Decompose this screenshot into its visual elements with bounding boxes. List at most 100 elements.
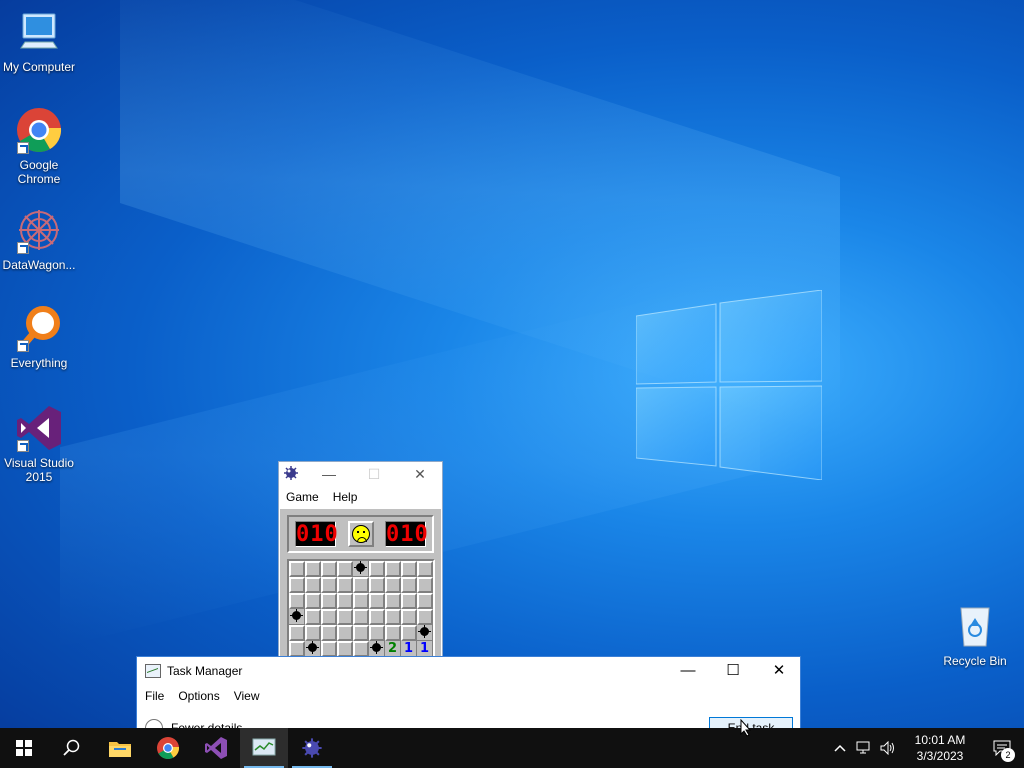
taskbar-task-manager[interactable] [240,728,288,768]
mine-cell-hidden[interactable] [337,593,353,609]
desktop-icon-visual-studio[interactable]: Visual Studio 2015 [0,404,78,484]
minesweeper-window[interactable]: — ☐ ✕ Game Help 010 010 211 [278,461,443,657]
mine-cell-hidden[interactable] [337,625,353,641]
mouse-cursor-icon [740,719,752,737]
menu-help[interactable]: Help [333,490,358,504]
mine-cell-hidden[interactable] [289,577,305,593]
mine-counter: 010 [295,521,339,547]
desktop-icon-datawagon[interactable]: DataWagon... [0,206,78,272]
mine-cell-hidden[interactable] [401,561,417,577]
volume-icon[interactable] [876,728,900,768]
start-button[interactable] [0,728,48,768]
mine-cell-hidden[interactable] [385,625,401,641]
taskbar-visual-studio[interactable] [192,728,240,768]
mine-cell-hidden[interactable] [305,577,321,593]
mine-cell-hidden[interactable] [353,577,369,593]
mine-cell-number[interactable]: 2 [385,641,401,656]
menu-file[interactable]: File [145,689,164,703]
mine-cell-number[interactable]: 1 [417,641,433,656]
task-manager-titlebar[interactable]: Task Manager — ☐ ✕ [137,657,800,685]
mine-cell-hidden[interactable] [353,609,369,625]
minesweeper-titlebar[interactable]: — ☐ ✕ [279,462,442,486]
mine-cell-hidden[interactable] [289,625,305,641]
mine-cell-hidden[interactable] [369,577,385,593]
mine-cell-hidden[interactable] [305,561,321,577]
mine-cell-mine[interactable] [417,625,433,641]
taskbar-minesweeper[interactable] [288,728,336,768]
visual-studio-icon [205,737,227,759]
mine-cell-hidden[interactable] [321,609,337,625]
mine-cell-hidden[interactable] [417,593,433,609]
mine-cell-hidden[interactable] [321,561,337,577]
mine-cell-hidden[interactable] [305,609,321,625]
mine-cell-hidden[interactable] [337,561,353,577]
mine-cell-hidden[interactable] [305,593,321,609]
mine-cell-hidden[interactable] [385,593,401,609]
mine-cell-hidden[interactable] [289,641,305,656]
action-center-button[interactable]: 2 [980,728,1024,768]
mine-cell-hidden[interactable] [417,577,433,593]
mine-cell-mine[interactable] [369,641,385,656]
close-button[interactable]: ✕ [756,657,800,685]
desktop-icon-recycle-bin[interactable]: Recycle Bin [936,602,1014,668]
desktop-icon-label: Google Chrome [17,158,61,186]
mine-cell-hidden[interactable] [417,561,433,577]
mine-cell-hidden[interactable] [321,641,337,656]
menu-game[interactable]: Game [286,490,319,504]
taskbar-file-explorer[interactable] [96,728,144,768]
mine-cell-mine[interactable] [305,641,321,656]
search-button[interactable] [48,728,96,768]
mine-app-icon [302,738,322,758]
mine-cell-hidden[interactable] [337,609,353,625]
mine-cell-hidden[interactable] [321,625,337,641]
minimize-button[interactable]: — [306,462,352,486]
mine-cell-hidden[interactable] [401,593,417,609]
mine-cell-hidden[interactable] [369,625,385,641]
taskbar-clock[interactable]: 10:01 AM 3/3/2023 [900,732,980,764]
chevron-up-icon[interactable] [828,728,852,768]
mine-cell-hidden[interactable] [369,593,385,609]
maximize-button[interactable]: ☐ [710,657,756,685]
menu-view[interactable]: View [234,689,260,703]
mine-cell-hidden[interactable] [385,609,401,625]
mine-cell-hidden[interactable] [289,561,305,577]
datawagon-icon [15,206,63,254]
mine-cell-hidden[interactable] [417,609,433,625]
mine-cell-hidden[interactable] [369,561,385,577]
network-icon[interactable] [852,728,876,768]
desktop-icon-everything[interactable]: Everything [0,304,78,370]
mine-cell-hidden[interactable] [321,593,337,609]
mine-cell-number[interactable]: 1 [401,641,417,656]
desktop-icon-google-chrome[interactable]: Google Chrome [0,106,78,186]
minimize-button[interactable]: — [665,657,711,685]
maximize-button[interactable]: ☐ [351,462,397,486]
desktop-icon-my-computer[interactable]: My Computer [0,8,78,74]
mine-cell-hidden[interactable] [289,593,305,609]
task-manager-window[interactable]: Task Manager — ☐ ✕ File Options View Few… [136,656,801,730]
mine-cell-hidden[interactable] [385,577,401,593]
mine-cell-mine[interactable] [353,561,369,577]
mine-cell-hidden[interactable] [353,625,369,641]
desktop-icon-label: Everything [10,356,68,370]
clock-date: 3/3/2023 [916,749,964,763]
mine-cell-hidden[interactable] [305,625,321,641]
window-title: Task Manager [167,664,243,678]
mine-cell-hidden[interactable] [401,609,417,625]
mine-cell-hidden[interactable] [337,577,353,593]
mine-cell-hidden[interactable] [385,561,401,577]
menu-options[interactable]: Options [178,689,219,703]
close-button[interactable]: ✕ [397,462,442,486]
taskbar-chrome[interactable] [144,728,192,768]
mine-cell-hidden[interactable] [369,609,385,625]
mine-cell-hidden[interactable] [353,593,369,609]
mine-cell-hidden[interactable] [401,577,417,593]
mine-cell-mine[interactable] [289,609,305,625]
reset-face-button[interactable] [347,521,374,547]
mine-cell-hidden[interactable] [337,641,353,656]
minefield-grid: 211 [287,559,435,656]
mine-cell-hidden[interactable] [401,625,417,641]
mine-cell-hidden[interactable] [321,577,337,593]
task-manager-app-icon [145,664,161,678]
mine-cell-hidden[interactable] [353,641,369,656]
everything-search-icon [15,304,63,352]
